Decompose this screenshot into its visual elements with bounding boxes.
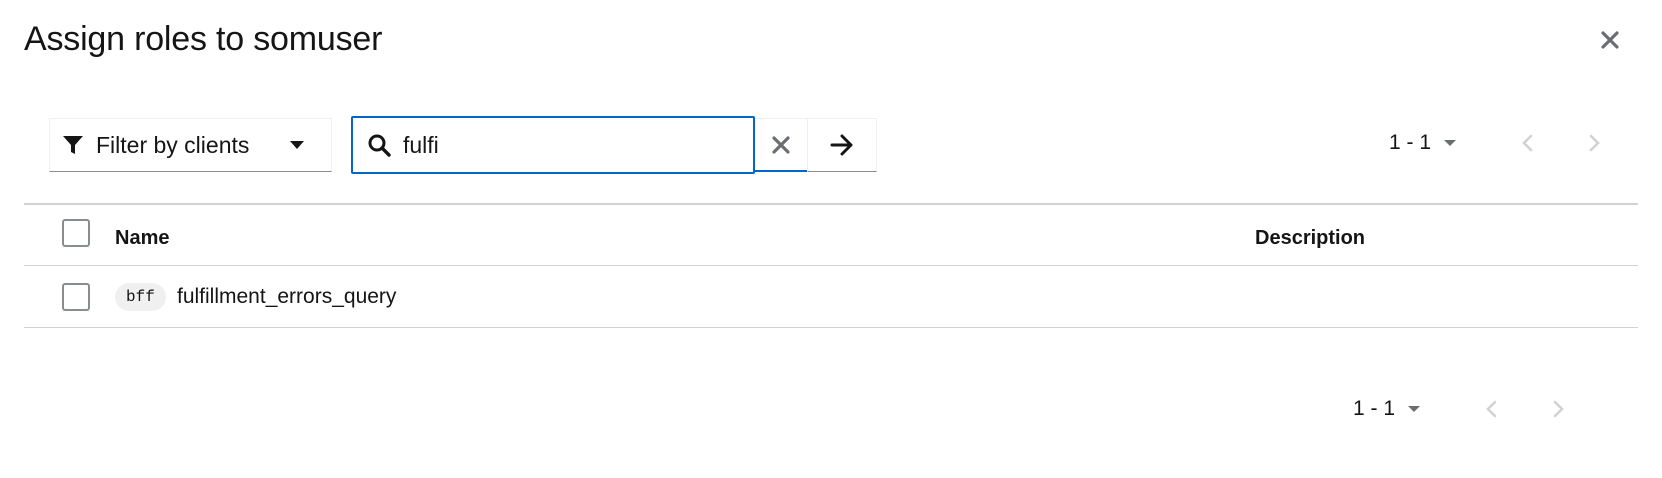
search-submit-button[interactable] <box>807 118 877 172</box>
caret-down-icon <box>290 141 304 149</box>
arrow-right-icon <box>830 134 853 156</box>
filter-label: Filter by clients <box>96 131 250 158</box>
chevron-right-icon <box>1589 134 1600 152</box>
pagination-range-toggle[interactable]: 1 - 1 <box>1353 397 1421 421</box>
search-box[interactable] <box>351 116 755 174</box>
role-name: fulfillment_errors_query <box>177 285 397 308</box>
filter-icon <box>63 136 83 154</box>
clear-search-button[interactable] <box>755 118 807 172</box>
chevron-left-icon <box>1522 134 1533 152</box>
roles-table: Name Description bff fulfillment_errors_… <box>24 203 1638 328</box>
next-page-button[interactable] <box>1547 397 1571 421</box>
table-header: Name Description <box>24 203 1638 266</box>
top-pagination: 1 - 1 <box>1389 131 1607 155</box>
previous-page-button[interactable] <box>1515 131 1539 155</box>
modal-title: Assign roles to somuser <box>24 20 383 58</box>
previous-page-button[interactable] <box>1479 397 1503 421</box>
table-row: bff fulfillment_errors_query <box>24 266 1638 328</box>
row-checkbox[interactable] <box>62 283 90 311</box>
select-all-checkbox[interactable] <box>62 219 90 247</box>
next-page-button[interactable] <box>1583 131 1607 155</box>
client-badge: bff <box>115 283 166 311</box>
pagination-range-toggle[interactable]: 1 - 1 <box>1389 131 1457 155</box>
bottom-pagination: 1 - 1 <box>1353 397 1571 421</box>
pagination-range-text: 1 - 1 <box>1353 397 1396 420</box>
assign-roles-modal: Assign roles to somuser Filter by client… <box>0 0 1662 478</box>
caret-down-icon <box>1444 140 1457 146</box>
filter-by-clients-dropdown[interactable]: Filter by clients <box>49 118 332 172</box>
column-header-description: Description <box>1255 227 1366 249</box>
search-input[interactable] <box>403 131 723 159</box>
search-icon <box>368 134 391 157</box>
chevron-right-icon <box>1553 400 1564 418</box>
clear-icon <box>772 135 790 154</box>
column-header-name: Name <box>115 227 170 249</box>
pagination-range-text: 1 - 1 <box>1389 131 1432 154</box>
close-button[interactable] <box>1598 28 1622 52</box>
chevron-left-icon <box>1486 400 1497 418</box>
close-icon <box>1601 31 1619 49</box>
caret-down-icon <box>1408 406 1421 412</box>
